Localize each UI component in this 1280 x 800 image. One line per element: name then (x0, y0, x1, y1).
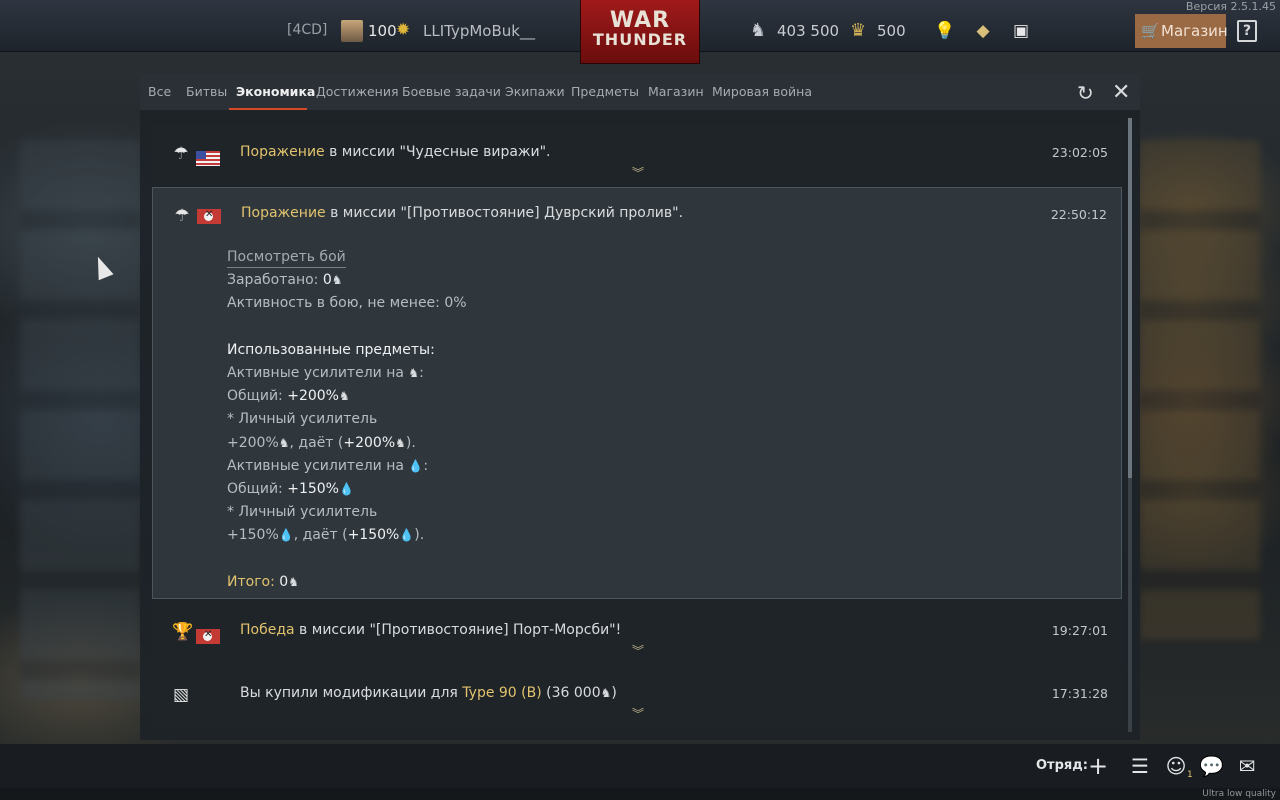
tab-all[interactable]: Все (148, 84, 171, 99)
silver-balance[interactable]: 403 500 (777, 22, 839, 40)
battle-pass-icon[interactable]: ▣ (1010, 20, 1032, 42)
tab-economy[interactable]: Экономика (236, 84, 315, 99)
silver-lion-icon: ♞ (750, 20, 767, 41)
warbond-icon[interactable]: ◆ (972, 20, 994, 42)
result-line: Итого: 0♞ (227, 573, 299, 590)
friends-count: 1 (1187, 770, 1193, 780)
research-point-icon: 💧 (408, 458, 424, 473)
notification-title: Вы купили модификации для Type 90 (B) (3… (240, 685, 617, 701)
status-strip: Ultra low quality (0, 788, 1280, 800)
silver-lion-icon: ♞ (408, 366, 420, 381)
bottom-bar: Отряд: + ☰ ☺ 1 💬 ✉ (0, 744, 1280, 788)
avatar[interactable] (341, 20, 363, 42)
rp-total-line: Общий: +150%💧 (227, 481, 354, 498)
used-items-heading: Использованные предметы: (227, 341, 435, 358)
squad-label: Отряд: (1036, 758, 1088, 773)
version-label: Версия 2.5.1.45 (1185, 0, 1276, 13)
notification-time: 23:02:05 (1051, 145, 1108, 160)
research-point-icon: 💧 (399, 528, 415, 543)
sl-total-line: Общий: +200%♞ (227, 388, 350, 405)
rank-star-icon: ✹ (396, 20, 411, 40)
add-squad-member-icon[interactable]: + (1086, 754, 1110, 778)
tab-items[interactable]: Предметы (571, 84, 639, 99)
lightbulb-icon[interactable]: 💡 (934, 20, 956, 42)
notification-title: Победа в миссии "[Противостояние] Порт-М… (240, 622, 622, 638)
tab-world-war[interactable]: Мировая война (712, 84, 812, 99)
gold-balance[interactable]: 500 (877, 22, 906, 40)
background-slotbar (1140, 140, 1260, 640)
notification-row[interactable]: ▧ Вы купили модификации для Type 90 (B) … (152, 665, 1122, 727)
player-rank: 100 (368, 22, 397, 40)
rp-personal-line: +150%💧, даёт (+150%💧). (227, 527, 425, 544)
golden-eagles-icon: ♛ (850, 20, 867, 41)
notification-title: Поражение в миссии "[Противостояние] Дув… (241, 205, 684, 221)
notification-time: 17:31:28 (1051, 686, 1108, 701)
notification-time: 22:50:12 (1050, 207, 1107, 222)
parachute-icon: ☂ (174, 206, 190, 226)
expand-chevron-icon[interactable]: ︾ (632, 705, 644, 722)
silver-lion-icon: ♞ (331, 273, 343, 288)
chat-icon[interactable]: 💬 (1199, 754, 1224, 778)
view-battle-link[interactable]: Посмотреть бой (227, 248, 346, 268)
rp-boosters-line: Активные усилители на 💧: (227, 457, 429, 474)
clan-tag[interactable]: [4CD] (287, 22, 327, 38)
sl-boosters-line: Активные усилители на ♞: (227, 365, 424, 382)
list-icon[interactable]: ☰ (1128, 754, 1152, 778)
germany-flag-icon (197, 209, 221, 224)
silver-lion-icon: ♞ (600, 686, 612, 700)
parachute-icon: ☂ (173, 144, 189, 164)
close-icon[interactable]: ✕ (1112, 80, 1130, 105)
tab-battle-tasks[interactable]: Боевые задачи (402, 84, 501, 99)
notifications-panel: Все Битвы Экономика Достижения Боевые за… (140, 74, 1140, 740)
notification-row-expanded[interactable]: ☂ Поражение в миссии "[Противостояние] Д… (152, 187, 1122, 599)
expand-chevron-icon[interactable]: ︾ (632, 164, 644, 181)
box-icon: ▧ (172, 685, 190, 705)
sl-personal-line: +200%♞, даёт (+200%♞). (227, 434, 416, 451)
notification-row[interactable]: ☂ Поражение в миссии "Чудесные виражи". … (152, 124, 1122, 186)
silver-lion-icon: ♞ (338, 389, 350, 404)
friends-icon[interactable]: ☺ (1164, 754, 1188, 778)
silver-lion-icon: ♞ (278, 435, 290, 450)
shop-button[interactable]: 🛒 Магазин (1135, 14, 1228, 48)
username[interactable]: LLITypMoBuk__ (423, 22, 535, 40)
research-point-icon: 💧 (338, 482, 354, 497)
trophy-icon: 🏆 (172, 622, 194, 642)
refresh-icon[interactable]: ↻ (1077, 81, 1094, 105)
germany-flag-icon (196, 629, 220, 644)
logo-line-2: THUNDER (592, 30, 688, 49)
notification-title: Поражение в миссии "Чудесные виражи". (240, 144, 551, 160)
tab-shop[interactable]: Магазин (648, 84, 704, 99)
active-tab-indicator (229, 108, 307, 110)
cart-icon: 🛒 (1141, 22, 1160, 40)
rp-personal-label: * Личный усилитель (227, 504, 378, 521)
expand-chevron-icon[interactable]: ︾ (632, 642, 644, 659)
background-vehicle-list (20, 140, 140, 700)
notification-row[interactable]: 🏆 Победа в миссии "[Противостояние] Порт… (152, 602, 1122, 664)
earned-line: Заработано: 0♞ (227, 272, 343, 289)
usa-flag-icon (196, 151, 220, 166)
help-button[interactable]: ? (1237, 20, 1257, 42)
quality-label: Ultra low quality (1202, 789, 1276, 799)
activity-line: Активность в бою, не менее: 0% (227, 295, 467, 312)
scrollbar-thumb[interactable] (1128, 118, 1132, 478)
silver-lion-icon: ♞ (395, 435, 406, 450)
tab-achievements[interactable]: Достижения (316, 84, 398, 99)
battle-details: Посмотреть бой Заработано: 0♞ Активность… (227, 246, 467, 594)
mail-icon[interactable]: ✉ (1235, 754, 1259, 778)
shop-button-label: Магазин (1161, 22, 1228, 40)
tab-crews[interactable]: Экипажи (505, 84, 565, 99)
tab-battles[interactable]: Битвы (186, 84, 227, 99)
notification-time: 19:27:01 (1051, 623, 1108, 638)
sl-personal-label: * Личный усилитель (227, 411, 378, 428)
research-point-icon: 💧 (278, 528, 294, 543)
war-thunder-logo: WAR THUNDER (580, 0, 700, 64)
tab-bar: Все Битвы Экономика Достижения Боевые за… (140, 74, 1140, 110)
silver-lion-icon: ♞ (288, 574, 299, 589)
